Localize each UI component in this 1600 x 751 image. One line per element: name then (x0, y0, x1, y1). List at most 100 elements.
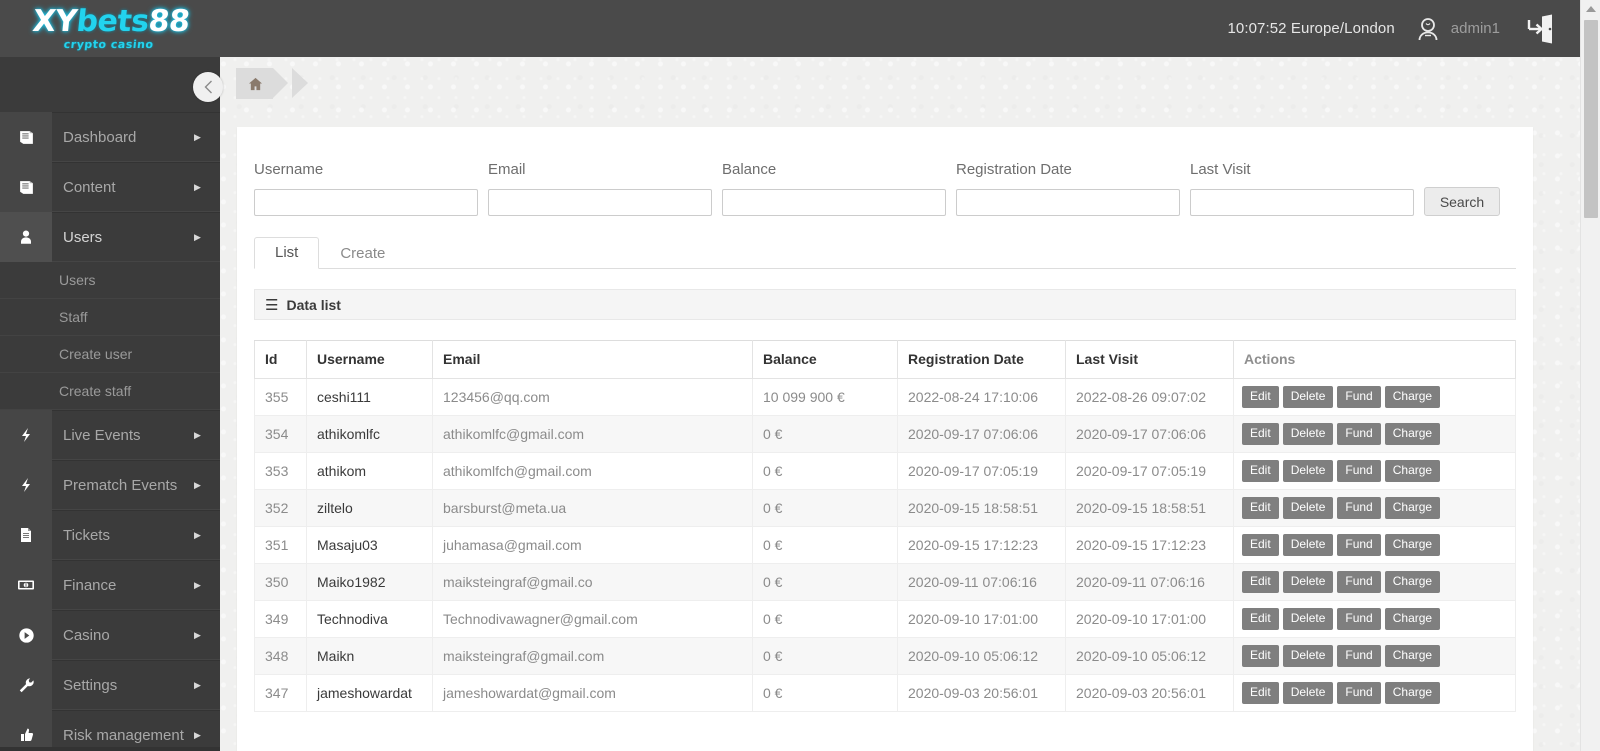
sidebar-item-settings[interactable]: Settings ▶ (0, 660, 220, 710)
edit-button[interactable]: Edit (1242, 644, 1279, 668)
edit-button[interactable]: Edit (1242, 681, 1279, 705)
brand-logo[interactable]: XYbets88 crypto casino (0, 0, 220, 57)
delete-button[interactable]: Delete (1282, 385, 1334, 409)
delete-button[interactable]: Delete (1282, 422, 1334, 446)
fund-button[interactable]: Fund (1337, 422, 1381, 446)
cell-registration-date: 2020-09-15 17:12:23 (897, 526, 1066, 564)
fund-button[interactable]: Fund (1337, 496, 1381, 520)
search-button[interactable]: Search (1424, 187, 1500, 216)
filter-label-balance: Balance (722, 161, 777, 178)
search-input-username[interactable] (254, 189, 478, 216)
data-list-header: ☰ Data list (254, 289, 1516, 320)
cell-actions: Edit Delete Fund Charge (1233, 489, 1516, 527)
cell-id: 350 (254, 563, 307, 601)
search-input-email[interactable] (488, 189, 712, 216)
delete-button[interactable]: Delete (1282, 459, 1334, 483)
user-avatar-icon[interactable] (1413, 14, 1443, 44)
charge-button[interactable]: Charge (1384, 570, 1441, 594)
fund-button[interactable]: Fund (1337, 385, 1381, 409)
scroll-up-arrow-icon[interactable] (1585, 6, 1596, 12)
charge-button[interactable]: Charge (1384, 681, 1441, 705)
edit-button[interactable]: Edit (1242, 422, 1279, 446)
sidebar-item-content[interactable]: Content ▶ (0, 162, 220, 212)
sidebar-subitem-users[interactable]: Users (0, 262, 220, 299)
fund-button[interactable]: Fund (1337, 570, 1381, 594)
column-header-email[interactable]: Email (432, 340, 753, 379)
fund-button[interactable]: Fund (1337, 607, 1381, 631)
search-input-balance[interactable] (722, 189, 946, 216)
sidebar-item-label: Live Events (63, 426, 141, 444)
cell-actions: Edit Delete Fund Charge (1233, 526, 1516, 564)
sidebar-subitem-create-user[interactable]: Create user (0, 336, 220, 373)
column-header-last-visit[interactable]: Last Visit (1065, 340, 1234, 379)
search-input-last-visit[interactable] (1190, 189, 1414, 216)
sidebar-item-finance[interactable]: Finance ▶ (0, 560, 220, 610)
edit-button[interactable]: Edit (1242, 607, 1279, 631)
chevron-right-icon: ▶ (194, 679, 201, 690)
sidebar-subitem-staff[interactable]: Staff (0, 299, 220, 336)
fund-button[interactable]: Fund (1337, 644, 1381, 668)
column-header-balance[interactable]: Balance (752, 340, 898, 379)
page-scrollbar[interactable] (1580, 0, 1600, 751)
scrollbar-thumb[interactable] (1584, 20, 1598, 218)
edit-button[interactable]: Edit (1242, 496, 1279, 520)
charge-button[interactable]: Charge (1384, 385, 1441, 409)
sidebar-item-dashboard[interactable]: Dashboard ▶ (0, 112, 220, 162)
cell-registration-date: 2022-08-24 17:10:06 (897, 378, 1066, 416)
column-header-username[interactable]: Username (306, 340, 433, 379)
column-header-actions: Actions (1233, 340, 1516, 379)
sidebar-item-label: Dashboard (63, 128, 137, 146)
charge-button[interactable]: Charge (1384, 422, 1441, 446)
cell-registration-date: 2020-09-17 07:05:19 (897, 452, 1066, 490)
sidebar-item-prematch-events[interactable]: Prematch Events ▶ (0, 460, 220, 510)
cell-last-visit: 2020-09-11 07:06:16 (1065, 563, 1234, 601)
content-area: Username Email Balance Registration Date… (220, 57, 1580, 751)
charge-button[interactable]: Charge (1384, 607, 1441, 631)
delete-button[interactable]: Delete (1282, 607, 1334, 631)
breadcrumb-home[interactable] (236, 68, 288, 99)
tab-bar: List Create (254, 237, 1516, 269)
edit-button[interactable]: Edit (1242, 533, 1279, 557)
edit-button[interactable]: Edit (1242, 385, 1279, 409)
sidebar-collapse-button[interactable] (193, 72, 223, 102)
charge-button[interactable]: Charge (1384, 459, 1441, 483)
charge-button[interactable]: Charge (1384, 496, 1441, 520)
sidebar-item-users[interactable]: Users ▶ (0, 212, 220, 262)
breadcrumb (236, 68, 308, 99)
fund-button[interactable]: Fund (1337, 533, 1381, 557)
sidebar-item-casino[interactable]: Casino ▶ (0, 610, 220, 660)
cell-id: 348 (254, 637, 307, 675)
filter-bar: Username Email Balance Registration Date… (237, 127, 1533, 216)
sidebar-item-live-events[interactable]: Live Events ▶ (0, 410, 220, 460)
sidebar-bottom-strip (0, 747, 220, 751)
delete-button[interactable]: Delete (1282, 681, 1334, 705)
sidebar-item-tickets[interactable]: Tickets ▶ (0, 510, 220, 560)
sidebar-item-risk-management[interactable]: Risk management ▶ (0, 710, 220, 751)
column-header-registration-date[interactable]: Registration Date (897, 340, 1066, 379)
cell-balance: 0 € (752, 637, 898, 675)
cell-id: 351 (254, 526, 307, 564)
charge-button[interactable]: Charge (1384, 533, 1441, 557)
delete-button[interactable]: Delete (1282, 570, 1334, 594)
tab-list[interactable]: List (254, 237, 320, 269)
charge-button[interactable]: Charge (1384, 644, 1441, 668)
cell-balance: 0 € (752, 415, 898, 453)
search-input-registration-date[interactable] (956, 189, 1180, 216)
fund-button[interactable]: Fund (1337, 681, 1381, 705)
sidebar-subitem-create-staff[interactable]: Create staff (0, 373, 220, 410)
delete-button[interactable]: Delete (1282, 496, 1334, 520)
cell-username: athikom (306, 452, 433, 490)
cell-actions: Edit Delete Fund Charge (1233, 674, 1516, 712)
tab-create[interactable]: Create (319, 238, 406, 269)
chevron-right-icon: ▶ (194, 479, 201, 490)
edit-button[interactable]: Edit (1242, 459, 1279, 483)
delete-button[interactable]: Delete (1282, 644, 1334, 668)
cell-registration-date: 2020-09-10 17:01:00 (897, 600, 1066, 638)
logout-button[interactable] (1526, 13, 1556, 45)
breadcrumb-arrow-icon (292, 68, 308, 98)
column-header-id[interactable]: Id (254, 340, 307, 379)
fund-button[interactable]: Fund (1337, 459, 1381, 483)
delete-button[interactable]: Delete (1282, 533, 1334, 557)
cell-actions: Edit Delete Fund Charge (1233, 452, 1516, 490)
edit-button[interactable]: Edit (1242, 570, 1279, 594)
